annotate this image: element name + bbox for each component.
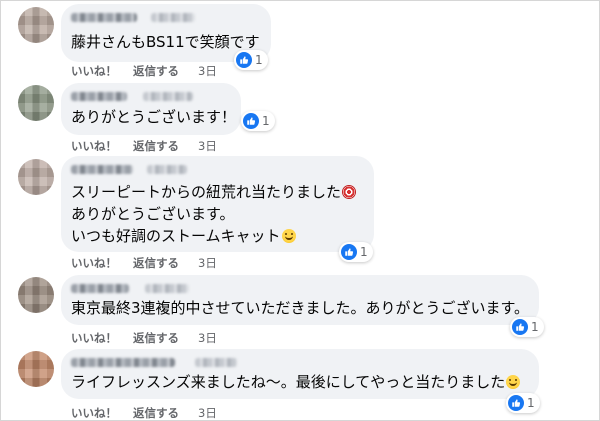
reaction-count: 1 — [262, 114, 270, 128]
smile-emoji — [506, 375, 521, 389]
comment-line: スリーピートからの紐荒れ当たりました — [71, 183, 342, 201]
like-link[interactable]: いいね！ — [71, 138, 117, 154]
timestamp[interactable]: 3日 — [198, 255, 217, 271]
reaction-badge[interactable]: 1 — [339, 242, 373, 262]
avatar[interactable] — [18, 277, 54, 313]
avatar[interactable] — [18, 7, 54, 43]
avatar[interactable] — [18, 351, 54, 387]
commenter-name[interactable] — [71, 284, 129, 293]
comment-line: 東京最終3連複的中させていただきました。ありがとうございます。 — [71, 299, 530, 317]
like-icon — [341, 244, 357, 260]
comment-bubble: 東京最終3連複的中させていただきました。ありがとうございます。 — [61, 275, 539, 325]
commenter-name-secondary — [147, 165, 187, 174]
comment-text: 藤井さんもBS11で笑顔です — [71, 31, 260, 53]
timestamp[interactable]: 3日 — [198, 138, 217, 154]
like-icon — [236, 52, 252, 68]
avatar[interactable] — [18, 159, 54, 195]
comment-line: ライフレッスンズ来ましたね〜。最後にしてやっと当たりました — [71, 373, 506, 391]
commenter-name[interactable] — [71, 13, 137, 22]
comment-text: ライフレッスンズ来ましたね〜。最後にしてやっと当たりました — [71, 371, 521, 393]
like-link[interactable]: いいね！ — [71, 63, 117, 79]
reaction-count: 1 — [531, 320, 539, 334]
like-icon — [243, 113, 259, 129]
timestamp[interactable]: 3日 — [198, 63, 217, 79]
reply-link[interactable]: 返信する — [133, 63, 179, 79]
like-icon — [508, 395, 524, 411]
like-link[interactable]: いいね！ — [71, 255, 117, 271]
reaction-badge[interactable]: 1 — [506, 393, 540, 413]
comment-line: ありがとうございます！ — [71, 108, 237, 126]
reply-link[interactable]: 返信する — [133, 255, 179, 271]
reaction-badge[interactable]: 1 — [241, 111, 275, 131]
dart-emoji — [342, 185, 357, 199]
commenter-name-secondary — [145, 284, 189, 293]
timestamp[interactable]: 3日 — [198, 330, 217, 346]
reaction-count: 1 — [255, 53, 263, 67]
comment-bubble: ありがとうございます！ — [61, 83, 241, 135]
comment-line: いつも好調のストームキャット — [71, 227, 281, 245]
smile-emoji — [281, 229, 296, 243]
reaction-count: 1 — [527, 396, 535, 410]
commenter-name-secondary — [143, 92, 193, 101]
reply-link[interactable]: 返信する — [133, 405, 179, 421]
comment-text: スリーピートからの紐荒れ当たりました ありがとうございます。 いつも好調のストー… — [71, 181, 357, 247]
commenter-name-secondary — [151, 13, 195, 22]
reply-link[interactable]: 返信する — [133, 330, 179, 346]
comment-line: 藤井さんもBS11で笑顔です — [71, 33, 260, 51]
like-link[interactable]: いいね！ — [71, 405, 117, 421]
reaction-badge[interactable]: 1 — [234, 50, 268, 70]
reply-link[interactable]: 返信する — [133, 138, 179, 154]
commenter-name-secondary — [195, 358, 237, 367]
avatar[interactable] — [18, 85, 54, 121]
comment-bubble: ライフレッスンズ来ましたね〜。最後にしてやっと当たりました — [61, 349, 539, 399]
comment-bubble: スリーピートからの紐荒れ当たりました ありがとうございます。 いつも好調のストー… — [61, 156, 374, 252]
commenter-name[interactable] — [71, 358, 175, 367]
reaction-badge[interactable]: 1 — [510, 317, 544, 337]
comment-line: ありがとうございます。 — [71, 205, 235, 223]
comment-text: ありがとうございます！ — [71, 106, 236, 128]
reaction-count: 1 — [360, 245, 368, 259]
commenter-name[interactable] — [71, 92, 127, 101]
timestamp[interactable]: 3日 — [198, 405, 217, 421]
commenter-name[interactable] — [71, 165, 133, 174]
comment-text: 東京最終3連複的中させていただきました。ありがとうございます。 — [71, 297, 529, 319]
like-icon — [512, 319, 528, 335]
like-link[interactable]: いいね！ — [71, 330, 117, 346]
